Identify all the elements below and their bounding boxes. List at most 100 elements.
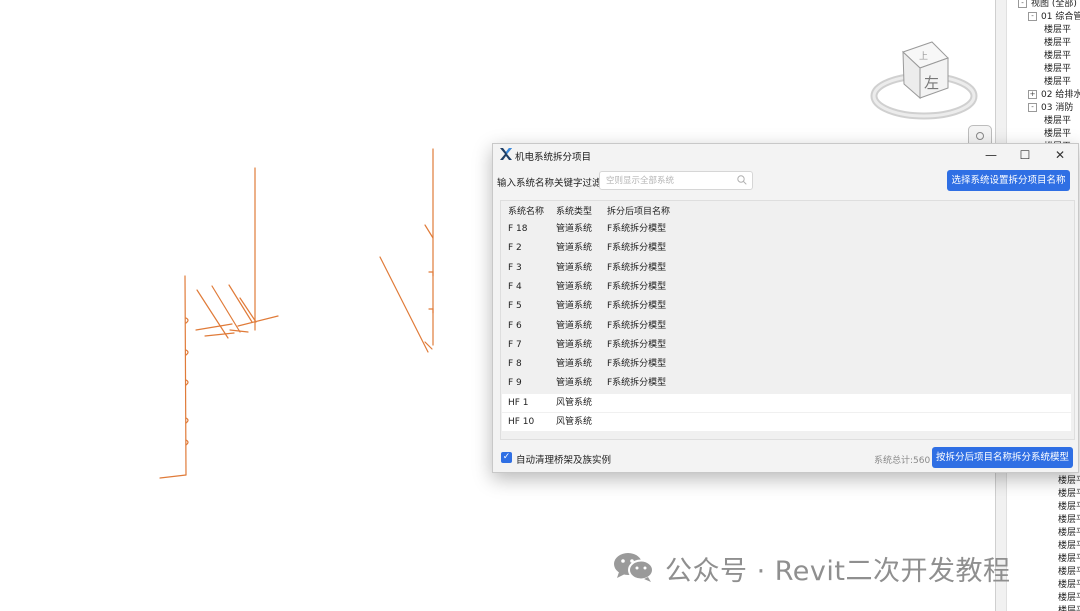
dialog-title: 机电系统拆分项目	[515, 152, 592, 163]
wechat-icon	[614, 553, 654, 582]
dialog-titlebar[interactable]: 机电系统拆分项目 — ☐ ✕	[493, 144, 1078, 166]
table-row[interactable]: F 7 管道系统 F系统拆分模型	[502, 336, 1071, 354]
table-row[interactable]: F 3 管道系统 F系统拆分模型	[502, 259, 1071, 277]
browser-tree-item[interactable]: 楼层平	[1058, 501, 1080, 514]
table-row[interactable]: F 8 管道系统 F系统拆分模型	[502, 355, 1071, 373]
collapse-icon[interactable]: -	[1028, 12, 1037, 21]
system-name-cell: HF 10	[508, 417, 535, 427]
browser-tree-item[interactable]: 楼层平	[1058, 527, 1080, 540]
system-name-cell: F 8	[508, 359, 522, 370]
table-row[interactable]: F 5 管道系统 F系统拆分模型	[502, 297, 1071, 315]
table-row[interactable]: HF 1 风管系统	[502, 393, 1071, 412]
project-name-cell: F系统拆分模型	[607, 378, 667, 389]
select-system-name-button[interactable]: 选择系统设置拆分项目名称	[947, 170, 1070, 191]
close-button[interactable]: ✕	[1043, 144, 1077, 166]
column-header-project[interactable]: 拆分后项目名称	[607, 204, 670, 217]
system-name-cell: F 7	[508, 339, 522, 350]
expand-icon[interactable]: +	[1028, 90, 1037, 99]
browser-tree-label: 楼层平	[1058, 567, 1080, 577]
browser-tree-item[interactable]: 楼层平	[1044, 115, 1071, 128]
browser-tree-label: 楼层平	[1058, 593, 1080, 603]
split-dialog: 机电系统拆分项目 — ☐ ✕ 输入系统名称关键字过滤 选择系统设置拆分项目名称 …	[492, 143, 1079, 473]
browser-tree-item[interactable]: 楼层平	[1058, 592, 1080, 605]
browser-tree-item[interactable]: 楼层平	[1044, 128, 1071, 141]
browser-tree-item[interactable]: 楼层平	[1058, 475, 1080, 488]
table-row[interactable]: F 6 管道系统 F系统拆分模型	[502, 317, 1071, 335]
table-row[interactable]: F 9 管道系统 F系统拆分模型	[502, 374, 1071, 392]
browser-tree-label: 楼层平	[1044, 38, 1072, 48]
browser-tree-item[interactable]: 楼层平	[1044, 50, 1071, 63]
table-row[interactable]: F 4 管道系统 F系统拆分模型	[502, 278, 1071, 296]
browser-tree-item[interactable]: -01 综合管	[1028, 11, 1080, 24]
minimize-button[interactable]: —	[974, 144, 1008, 166]
browser-tree-item[interactable]: 楼层平	[1044, 37, 1071, 50]
browser-tree-item[interactable]: +02 给排水	[1028, 89, 1080, 102]
system-type-cell: 管道系统	[556, 262, 593, 273]
viewcube-face-left: 左	[924, 74, 939, 92]
browser-tree-label: 楼层平	[1044, 51, 1072, 61]
browser-tree-label: 楼层平	[1058, 528, 1080, 538]
browser-tree-label: 楼层平	[1058, 476, 1080, 486]
table-row[interactable]: F 18 管道系统 F系统拆分模型	[502, 220, 1071, 238]
browser-tree-label: 楼层平	[1058, 541, 1080, 551]
project-name-cell: F系统拆分模型	[607, 359, 667, 370]
browser-tree-item[interactable]: 楼层平	[1058, 579, 1080, 592]
auto-clean-label[interactable]: 自动清理桥架及族实例	[516, 452, 611, 466]
project-name-cell: F系统拆分模型	[607, 281, 667, 292]
viewcube-face-top: 上	[919, 51, 928, 62]
system-type-cell: 风管系统	[556, 417, 593, 427]
browser-tree-label: 楼层平	[1044, 64, 1072, 74]
column-header-name[interactable]: 系统名称	[508, 204, 544, 217]
column-header-type[interactable]: 系统类型	[556, 204, 592, 217]
system-name-cell: F 2	[508, 243, 522, 254]
table-row[interactable]: HF 10 风管系统	[502, 413, 1071, 431]
system-name-cell: F 3	[508, 262, 522, 273]
auto-clean-checkbox[interactable]: ✓	[501, 452, 512, 463]
browser-tree-item[interactable]: 楼层平	[1044, 76, 1071, 89]
browser-tree-item[interactable]: 楼层平	[1044, 24, 1071, 37]
browser-tree-item[interactable]: 楼层平	[1058, 605, 1080, 611]
browser-tree-label: 楼层平	[1058, 554, 1080, 564]
system-type-cell: 管道系统	[556, 339, 593, 350]
filter-input[interactable]	[599, 171, 753, 190]
project-name-cell: F系统拆分模型	[607, 301, 667, 312]
browser-tree-label: 楼层平	[1058, 502, 1080, 512]
browser-tree-label: 楼层平	[1058, 489, 1080, 499]
browser-tree-item[interactable]: 楼层平	[1044, 63, 1071, 76]
system-name-cell: HF 1	[508, 397, 529, 408]
watermark-text: 公众号 · Revit二次开发教程	[665, 556, 1011, 587]
view-cube[interactable]: 左 上	[870, 38, 980, 128]
system-name-cell: F 5	[508, 301, 522, 312]
system-total-count: 系统总计:560	[874, 456, 931, 466]
system-type-cell: 管道系统	[556, 320, 593, 331]
browser-tree-label: 楼层平	[1044, 129, 1072, 139]
project-name-cell: F系统拆分模型	[607, 224, 667, 234]
table-row[interactable]: F 2 管道系统 F系统拆分模型	[502, 239, 1071, 257]
list-header: 系统名称 系统类型 拆分后项目名称	[501, 204, 1074, 220]
browser-tree-item[interactable]: 楼层平	[1058, 553, 1080, 566]
browser-tree-item[interactable]: 楼层平	[1058, 566, 1080, 579]
system-name-cell: F 4	[508, 281, 522, 292]
system-type-cell: 管道系统	[556, 359, 593, 370]
browser-tree-label: 楼层平	[1044, 25, 1072, 35]
browser-tree-item[interactable]: 楼层平	[1058, 514, 1080, 527]
browser-tree-label: 01 综合管	[1041, 12, 1080, 22]
collapse-icon[interactable]: -	[1018, 0, 1027, 8]
browser-tree-item[interactable]: -03 消防	[1028, 102, 1073, 115]
browser-tree-label: 03 消防	[1041, 103, 1074, 113]
browser-tree-item[interactable]: - 视图 (全部)	[1018, 0, 1077, 11]
system-name-cell: F 18	[508, 224, 528, 234]
browser-tree-label: 楼层平	[1058, 515, 1080, 525]
split-model-button[interactable]: 按拆分后项目名称拆分系统模型	[932, 447, 1073, 468]
browser-tree-label: 楼层平	[1044, 116, 1072, 126]
browser-tree-label: 02 给排水	[1041, 90, 1080, 100]
system-type-cell: 管道系统	[556, 378, 593, 389]
browser-tree-item[interactable]: 楼层平	[1058, 488, 1080, 501]
browser-tree-item[interactable]: 楼层平	[1058, 540, 1080, 553]
collapse-icon[interactable]: -	[1028, 103, 1037, 112]
system-name-cell: F 6	[508, 320, 522, 331]
filter-label: 输入系统名称关键字过滤	[497, 178, 602, 189]
system-type-cell: 风管系统	[556, 397, 593, 408]
maximize-button[interactable]: ☐	[1008, 144, 1042, 166]
system-list[interactable]: 系统名称 系统类型 拆分后项目名称 F 18 管道系统 F系统拆分模型 F 2 管道系统…	[500, 200, 1075, 440]
